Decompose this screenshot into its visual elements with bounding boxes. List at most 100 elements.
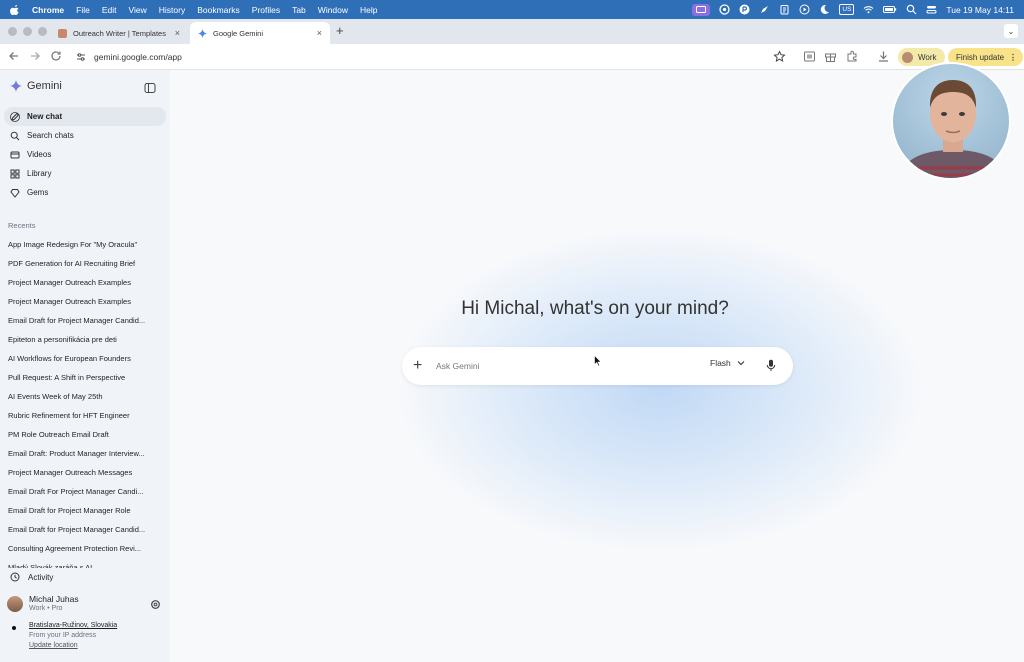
- recent-chat-item[interactable]: Epiteton a personifikácia pre deti: [8, 330, 158, 349]
- input-source-indicator[interactable]: US: [839, 4, 855, 15]
- recent-chat-item[interactable]: AI Events Week of May 25th: [8, 387, 158, 406]
- menu-help[interactable]: Help: [360, 5, 377, 15]
- mouse-cursor-icon: [594, 355, 602, 367]
- menu-history[interactable]: History: [159, 5, 185, 15]
- recent-chat-item[interactable]: Rubric Refinement for HFT Engineer: [8, 406, 158, 425]
- browser-tab-outreach-writer[interactable]: Outreach Writer | Templates ×: [50, 22, 188, 44]
- recent-chat-item[interactable]: AI Workflows for European Founders: [8, 349, 158, 368]
- browser-tab-strip: Outreach Writer | Templates × Google Gem…: [0, 19, 1024, 44]
- recent-chat-item[interactable]: Consulting Agreement Protection Revi...: [8, 539, 158, 558]
- browser-tab-google-gemini[interactable]: Google Gemini ×: [190, 22, 330, 44]
- model-label: Flash: [710, 358, 731, 368]
- more-vertical-icon[interactable]: ⋮: [1009, 53, 1017, 62]
- battery-icon[interactable]: [883, 4, 897, 15]
- clipboard-icon[interactable]: [779, 4, 790, 15]
- recent-chat-item[interactable]: Pull Request: A Shift in Perspective: [8, 368, 158, 387]
- gear-icon[interactable]: [150, 599, 161, 610]
- back-arrow-icon[interactable]: [7, 49, 21, 63]
- tab-title: Google Gemini: [213, 28, 264, 38]
- menu-window[interactable]: Window: [318, 5, 348, 15]
- downloads-icon[interactable]: [877, 50, 890, 63]
- sidebar-item-label: Search chats: [27, 131, 74, 140]
- recent-chat-item[interactable]: PM Role Outreach Email Draft: [8, 425, 158, 444]
- zoom-window-button[interactable]: [38, 27, 47, 36]
- play-icon[interactable]: [799, 4, 810, 15]
- greeting-heading: Hi Michal, what's on your mind?: [461, 298, 729, 319]
- close-window-button[interactable]: [8, 27, 17, 36]
- screen-share-icon[interactable]: [692, 3, 711, 16]
- grammarly-icon[interactable]: [719, 4, 731, 15]
- close-tab-icon[interactable]: ×: [175, 28, 180, 38]
- forward-arrow-icon[interactable]: [28, 49, 42, 63]
- sidebar-item-label: New chat: [27, 112, 63, 121]
- close-tab-icon[interactable]: ×: [317, 28, 322, 38]
- control-center-icon[interactable]: [926, 4, 937, 15]
- menu-profiles[interactable]: Profiles: [252, 5, 280, 15]
- location-city[interactable]: Bratislava-Ružinov, Slovakia: [29, 622, 117, 629]
- menu-file[interactable]: File: [76, 5, 90, 15]
- wifi-icon[interactable]: [863, 4, 874, 15]
- gift-icon[interactable]: [824, 50, 837, 63]
- sidebar-item-search-chats[interactable]: Search chats: [4, 126, 166, 145]
- sidebar-item-gems[interactable]: Gems: [4, 183, 166, 202]
- extensions-puzzle-icon[interactable]: [846, 50, 859, 63]
- menu-edit[interactable]: Edit: [102, 5, 117, 15]
- microphone-icon[interactable]: [766, 359, 776, 372]
- rocket-icon[interactable]: [759, 4, 770, 15]
- tab-search-chevron-icon[interactable]: ⌄: [1004, 24, 1018, 38]
- site-settings-icon[interactable]: [76, 52, 86, 62]
- sidebar-item-new-chat[interactable]: New chat: [4, 107, 166, 126]
- browser-toolbar: gemini.google.com/app Work Finish update…: [0, 44, 1024, 70]
- chat-main-area: Hi Michal, what's on your mind? + Flash: [170, 70, 1024, 662]
- menubar-clock[interactable]: Tue 19 May 14:11: [946, 5, 1014, 15]
- prompt-input[interactable]: [436, 357, 686, 375]
- pocket-icon[interactable]: [739, 4, 750, 15]
- recent-chat-item[interactable]: Project Manager Outreach Messages: [8, 463, 158, 482]
- menu-app-chrome[interactable]: Chrome: [32, 5, 64, 15]
- recent-chat-item[interactable]: Email Draft For Project Manager Candi...: [8, 482, 158, 501]
- apple-icon[interactable]: [10, 4, 20, 15]
- recent-chat-item[interactable]: Mladý Slovák zaráňa s AI: [8, 558, 158, 568]
- recent-chat-item[interactable]: Email Draft for Project Manager Candid..…: [8, 520, 158, 539]
- moon-icon[interactable]: [819, 4, 830, 15]
- outreach-favicon-icon: [58, 28, 67, 38]
- user-plan: Work • Pro: [29, 605, 63, 612]
- minimize-window-button[interactable]: [23, 27, 32, 36]
- edit-icon: [10, 111, 20, 122]
- account-card[interactable]: Michal Juhas Work • Pro: [7, 594, 163, 616]
- recent-chat-item[interactable]: Email Draft: Product Manager Interview..…: [8, 444, 158, 463]
- sidebar-item-library[interactable]: Library: [4, 164, 166, 183]
- menu-view[interactable]: View: [128, 5, 146, 15]
- reload-icon[interactable]: [49, 49, 63, 63]
- menu-tab[interactable]: Tab: [292, 5, 306, 15]
- library-icon: [10, 169, 20, 179]
- spotlight-search-icon[interactable]: [906, 4, 917, 15]
- location-dot-icon: [12, 626, 16, 630]
- add-attachment-button[interactable]: +: [413, 356, 425, 376]
- history-icon: [10, 572, 20, 582]
- recent-chat-item[interactable]: Email Draft for Project Manager Role: [8, 501, 158, 520]
- webcam-overlay: [891, 62, 1011, 180]
- recent-chat-item[interactable]: Email Draft for Project Manager Candid..…: [8, 311, 158, 330]
- address-bar[interactable]: gemini.google.com/app: [76, 48, 798, 66]
- sidebar-item-videos[interactable]: Videos: [4, 145, 166, 164]
- update-location-link[interactable]: Update location: [29, 642, 78, 649]
- model-selector[interactable]: Flash: [710, 358, 745, 368]
- collapse-sidebar-icon[interactable]: [144, 82, 156, 94]
- screenshot-icon[interactable]: [803, 50, 816, 63]
- bookmark-star-icon[interactable]: [773, 50, 786, 63]
- gemini-favicon-icon: [198, 28, 207, 38]
- recent-chat-item[interactable]: Project Manager Outreach Examples: [8, 273, 158, 292]
- recent-chat-item[interactable]: PDF Generation for AI Recruiting Brief: [8, 254, 158, 273]
- menu-bookmarks[interactable]: Bookmarks: [197, 5, 240, 15]
- recent-chat-item[interactable]: Project Manager Outreach Examples: [8, 292, 158, 311]
- profile-label: Work: [918, 52, 937, 62]
- new-tab-button[interactable]: +: [336, 23, 344, 38]
- window-controls: [8, 27, 47, 36]
- gemini-logo[interactable]: Gemini: [10, 80, 62, 92]
- recent-chat-item[interactable]: App Image Redesign For "My Oracula": [8, 235, 158, 254]
- background-glow: [400, 230, 920, 550]
- sidebar-item-activity[interactable]: Activity: [10, 572, 53, 582]
- chevron-down-icon: [737, 361, 745, 366]
- gem-icon: [10, 188, 20, 198]
